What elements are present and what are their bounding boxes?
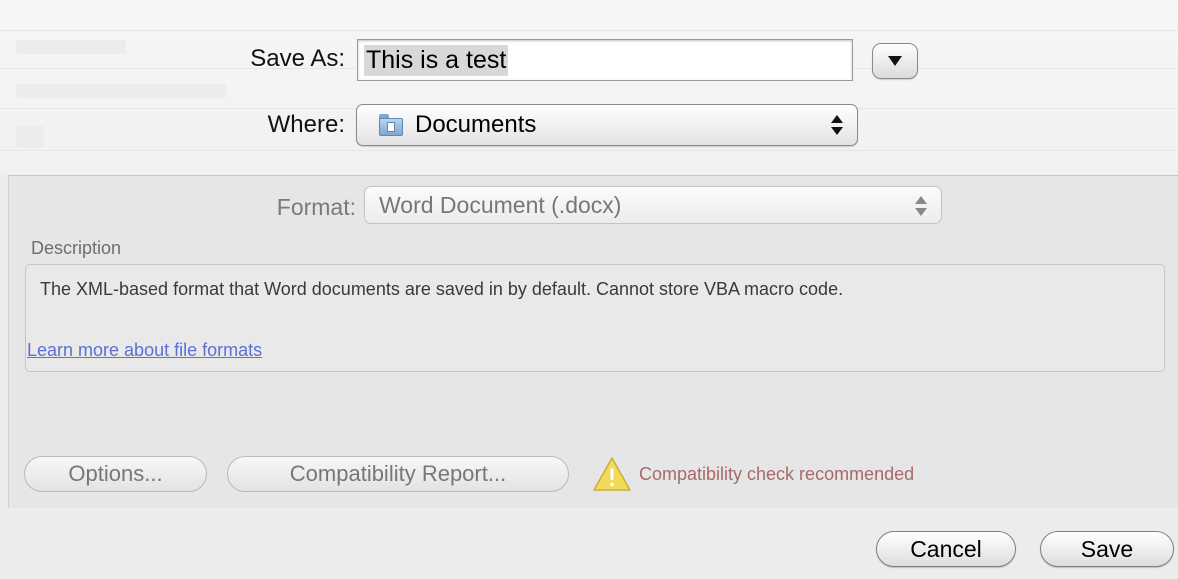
save-as-label: Save As:: [250, 45, 345, 72]
popup-arrows-icon: [915, 194, 927, 218]
expand-browser-button[interactable]: [872, 43, 918, 79]
disclosure-down-icon: [888, 56, 902, 66]
popup-arrows-icon: [831, 113, 843, 137]
save-as-field[interactable]: This is a test: [357, 39, 853, 81]
format-value: Word Document (.docx): [379, 191, 622, 218]
options-panel: Format: Word Document (.docx) Descriptio…: [8, 175, 1178, 508]
format-label: Format:: [276, 194, 356, 220]
compatibility-warning-text: Compatibility check recommended: [639, 464, 915, 484]
documents-folder-icon: [379, 114, 403, 136]
warning-triangle-icon: [593, 457, 631, 491]
options-button[interactable]: Options...: [24, 456, 207, 492]
where-label: Where:: [267, 111, 345, 138]
where-popup[interactable]: Documents: [356, 104, 858, 146]
description-text: The XML-based format that Word documents…: [40, 279, 844, 299]
save-as-value: This is a test: [364, 44, 509, 76]
format-popup[interactable]: Word Document (.docx): [364, 186, 942, 224]
description-heading: Description: [31, 238, 122, 258]
learn-more-link[interactable]: Learn more about file formats: [27, 340, 262, 361]
save-sheet-header: Save As: This is a test Where: Documents: [0, 0, 1178, 175]
save-button[interactable]: Save: [1040, 531, 1174, 567]
cancel-button[interactable]: Cancel: [876, 531, 1016, 567]
compatibility-report-button[interactable]: Compatibility Report...: [227, 456, 569, 492]
where-value: Documents: [415, 111, 537, 138]
